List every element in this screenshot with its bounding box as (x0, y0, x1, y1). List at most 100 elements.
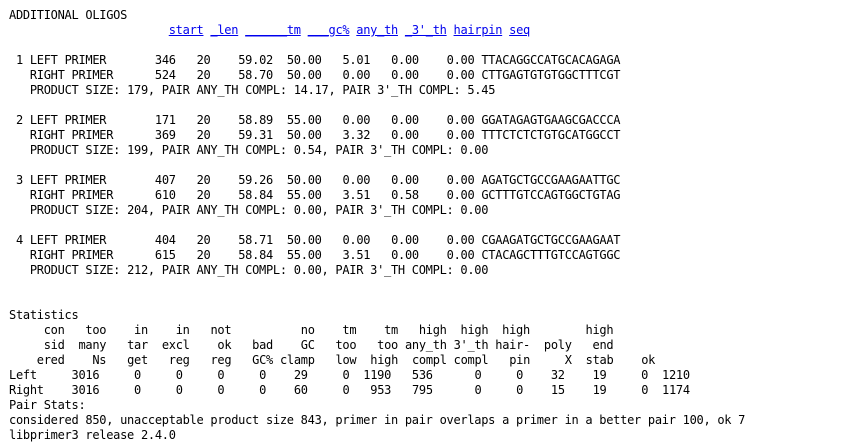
stat-row-label: Right (9, 383, 44, 397)
stat-header: poly (543, 338, 572, 352)
stat-header: in (175, 323, 190, 337)
stat-header: excl (161, 338, 190, 352)
product-size-line: PRODUCT SIZE: 204, PAIR ANY_TH COMPL: 0.… (29, 203, 489, 217)
primer-len: 20 (196, 128, 211, 142)
column-header-start[interactable]: start (169, 23, 204, 37)
primer-th3: 0.00 (391, 128, 419, 142)
stat-header: stab (585, 353, 614, 367)
primer-len: 20 (196, 113, 211, 127)
section-title: ADDITIONAL OLIGOS (9, 8, 128, 22)
right-primer-label: RIGHT PRIMER (29, 128, 128, 142)
primer-sequence: CGAAGATGCTGCCGAAGAAT (481, 233, 621, 247)
primer-th3: 0.58 (391, 188, 419, 202)
primer-any_th: 3.32 (342, 128, 371, 142)
primer-len: 20 (196, 68, 211, 82)
primer-any_th: 0.00 (342, 173, 371, 187)
stat-value: 0 (259, 383, 267, 397)
primer-tm: 59.26 (238, 173, 273, 187)
primer-len: 20 (196, 53, 211, 67)
stat-header: ok (217, 338, 232, 352)
column-header-hairpin[interactable]: hairpin (454, 23, 503, 37)
right-primer-label: RIGHT PRIMER (29, 188, 128, 202)
primer-tm: 58.89 (238, 113, 273, 127)
primer-tm: 58.70 (238, 68, 273, 82)
primer-hairpin: 0.00 (446, 113, 475, 127)
stat-header: Ns (92, 353, 107, 367)
stat-value: 1210 (662, 368, 690, 382)
stat-header: reg (210, 353, 232, 367)
release-line: libprimer3 release 2.4.0 (9, 428, 176, 442)
stat-header: tm (342, 323, 357, 337)
primer-tm: 59.02 (238, 53, 273, 67)
stat-value: 0 (342, 368, 350, 382)
stat-value: 953 (370, 383, 392, 397)
primer-tm: 58.84 (238, 248, 273, 262)
primer-th3: 0.00 (391, 233, 419, 247)
stat-header: GC% (252, 353, 273, 367)
primer-any_th: 3.51 (342, 188, 371, 202)
column-header-len[interactable]: _len (210, 23, 238, 37)
column-header-any-th[interactable]: any_th (356, 23, 398, 37)
stat-header: high (502, 323, 530, 337)
primer-hairpin: 0.00 (446, 128, 475, 142)
stat-value: 0 (641, 368, 649, 382)
stat-value: 3016 (71, 383, 100, 397)
stat-header: clamp (279, 353, 315, 367)
stat-header: hair- (495, 338, 531, 352)
stat-value: 0 (641, 383, 649, 397)
primer-start: 171 (154, 113, 176, 127)
stat-row-label: Left (9, 368, 37, 382)
primer-start: 610 (154, 188, 176, 202)
primer-tm: 58.84 (238, 188, 273, 202)
stat-header: ered (36, 353, 65, 367)
primer-sequence: CTTGAGTGTGTGGCTTTCGT (481, 68, 621, 82)
primer-any_th: 3.51 (342, 248, 371, 262)
column-header-seq[interactable]: seq (509, 23, 530, 37)
primer-th3: 0.00 (391, 68, 419, 82)
stat-value: 0 (134, 368, 141, 382)
primer-tm: 59.31 (238, 128, 273, 142)
statistics-title: Statistics (9, 308, 79, 322)
stat-header: any_th (404, 338, 447, 352)
product-size-line: PRODUCT SIZE: 212, PAIR ANY_TH COMPL: 0.… (29, 263, 489, 277)
stat-header: low (335, 353, 357, 367)
stat-value: 0 (474, 383, 482, 397)
stat-header: tm (384, 323, 398, 337)
primer-tm: 58.71 (238, 233, 273, 247)
column-header-tm[interactable]: ______tm (245, 23, 301, 37)
primer3-output: ADDITIONAL OLIGOS start _len ______tm __… (9, 8, 746, 442)
column-header-gc-[interactable]: ___gc% (308, 23, 350, 37)
primer-gc: 50.00 (286, 68, 322, 82)
stat-value: 0 (134, 383, 141, 397)
stat-header: tar (127, 338, 148, 352)
stat-value: 0 (175, 368, 183, 382)
primer-th3: 0.00 (391, 173, 419, 187)
primer-any_th: 0.00 (342, 113, 371, 127)
stat-header: compl (453, 353, 489, 367)
stat-header: high (370, 353, 399, 367)
stat-value: 536 (411, 368, 433, 382)
pair-stats-text: considered 850, unacceptable product siz… (9, 413, 746, 427)
primer-hairpin: 0.00 (446, 68, 475, 82)
primer-start: 407 (154, 173, 176, 187)
primer-gc: 50.00 (286, 233, 322, 247)
stat-header: too (377, 338, 399, 352)
stat-value: 19 (592, 368, 607, 382)
stat-header: pin (509, 353, 531, 367)
product-size-line: PRODUCT SIZE: 199, PAIR ANY_TH COMPL: 0.… (29, 143, 489, 157)
stat-header: no (300, 323, 315, 337)
product-size-line: PRODUCT SIZE: 179, PAIR ANY_TH COMPL: 14… (29, 83, 496, 97)
left-primer-label: LEFT PRIMER (29, 113, 128, 127)
primer-len: 20 (196, 233, 211, 247)
stat-header: sid (43, 338, 65, 352)
stat-value: 3016 (71, 368, 100, 382)
stat-value: 0 (516, 368, 524, 382)
primer-hairpin: 0.00 (446, 248, 475, 262)
primer-hairpin: 0.00 (446, 233, 475, 247)
primer-th3: 0.00 (391, 248, 419, 262)
primer-start: 615 (154, 248, 176, 262)
primer-len: 20 (196, 248, 211, 262)
pair-stats-title: Pair Stats: (9, 398, 86, 412)
left-primer-label: LEFT PRIMER (29, 53, 128, 67)
column-header-3-th[interactable]: _3'_th (405, 23, 447, 37)
